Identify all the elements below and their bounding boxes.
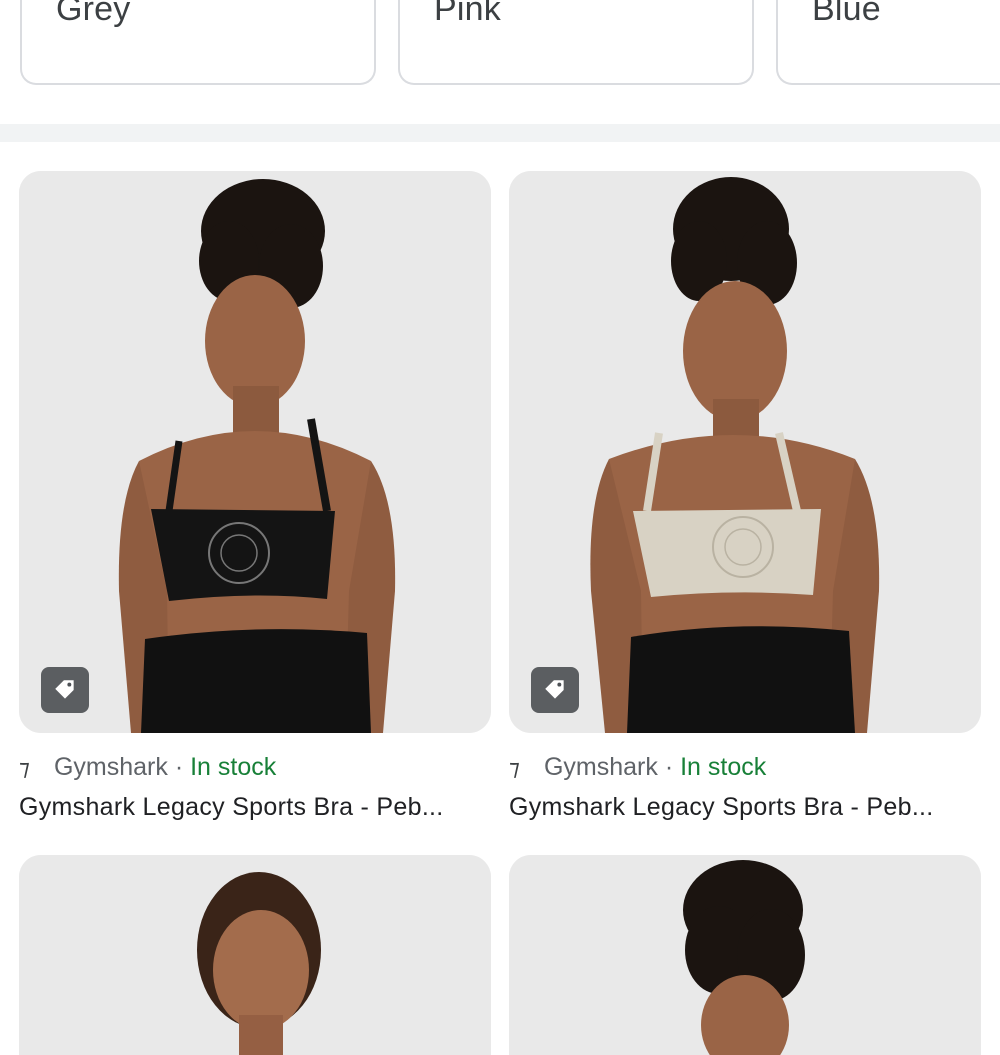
filter-chip-blue[interactable]: Blue	[776, 0, 1000, 85]
gymshark-logo-icon: ⁊	[19, 755, 30, 780]
product-card[interactable]	[19, 855, 491, 1055]
filter-chip-label: Blue	[812, 0, 881, 28]
color-filter-row: Grey Pink Blue	[0, 0, 1000, 124]
separator-dot: ·	[174, 753, 184, 781]
filter-chip-label: Pink	[434, 0, 501, 28]
price-tag-icon	[545, 680, 564, 699]
product-title[interactable]: Gymshark Legacy Sports Bra - Peb...	[509, 791, 989, 823]
separator-dot: ·	[664, 753, 674, 781]
merchant-name: Gymshark	[53, 753, 168, 781]
product-image[interactable]	[19, 171, 491, 733]
merchant-line[interactable]: ⁊ Gymshark · In stock	[19, 751, 499, 784]
product-photo	[19, 171, 491, 733]
gymshark-logo-icon: ⁊	[509, 755, 520, 780]
product-photo	[509, 855, 981, 1055]
price-tag-icon	[55, 680, 74, 699]
shopping-tag-button[interactable]	[531, 667, 579, 713]
product-image[interactable]	[509, 171, 981, 733]
product-card[interactable]	[509, 855, 981, 1055]
product-meta: ⁊ Gymshark · In stock Gymshark Legacy Sp…	[19, 751, 499, 823]
product-title[interactable]: Gymshark Legacy Sports Bra - Peb...	[19, 791, 499, 823]
availability-status: In stock	[680, 753, 767, 781]
merchant-line[interactable]: ⁊ Gymshark · In stock	[509, 751, 989, 784]
filter-chip-grey[interactable]: Grey	[20, 0, 376, 85]
filter-chip-pink[interactable]: Pink	[398, 0, 754, 85]
filter-chip-label: Grey	[56, 0, 131, 28]
shopping-tag-button[interactable]	[41, 667, 89, 713]
product-card[interactable]: ⁊ Gymshark · In stock Gymshark Legacy Sp…	[19, 171, 491, 821]
product-meta: ⁊ Gymshark · In stock Gymshark Legacy Sp…	[509, 751, 989, 823]
product-image[interactable]	[19, 855, 491, 1055]
availability-status: In stock	[190, 753, 277, 781]
product-image[interactable]	[509, 855, 981, 1055]
merchant-name: Gymshark	[543, 753, 658, 781]
product-card[interactable]: ⁊ Gymshark · In stock Gymshark Legacy Sp…	[509, 171, 981, 821]
product-photo	[509, 171, 981, 733]
section-divider	[0, 124, 1000, 142]
product-photo	[19, 855, 491, 1055]
